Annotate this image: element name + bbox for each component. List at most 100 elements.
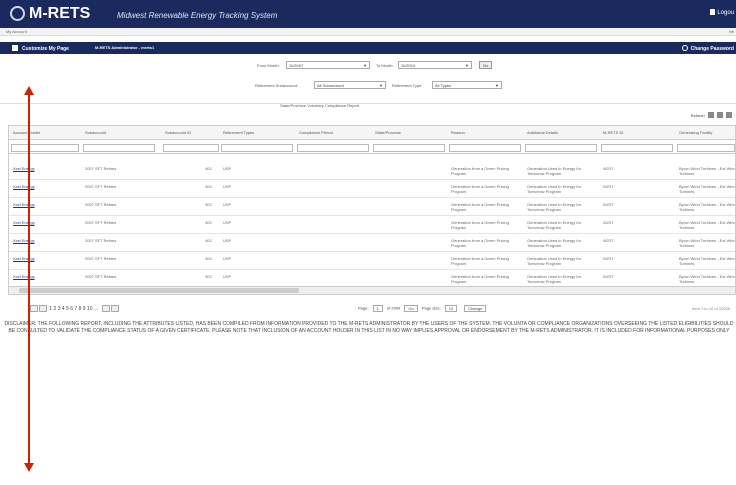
next-page-button[interactable] [102,305,111,312]
item-count: Item 1 to 10 of 20038 [692,306,730,311]
reason-cell: Generation from a Green Pricing Program [451,238,509,248]
page-icon [12,45,18,51]
facility-cell: Byron Wind Turbines - Ext Wind Turbines [679,166,736,176]
my-account-link[interactable]: My Account [6,29,27,34]
subaccount-id-cell: 402 [205,184,212,189]
table-row: Xcel Energy 2007 SFT Retires 402 USP Gen… [9,235,735,252]
lock-icon [710,9,716,15]
report-title: State/Province Voluntary Compliance Repo… [280,103,360,108]
retirement-type-cell: USP [223,166,232,171]
details-cell: Generation Used in Energy for Tomorrow P… [527,274,582,284]
filter-input[interactable] [163,144,219,152]
retirement-type-cell: USP [223,238,232,243]
filter-input[interactable] [83,144,155,152]
last-page-button[interactable] [111,305,120,312]
subaccount-id-cell: 402 [205,166,212,171]
subaccount-id-cell: 402 [205,202,212,207]
subaccount-id-cell: 402 [205,256,212,261]
column-header[interactable]: State/Province [375,130,401,135]
chevron-down-icon: ▼ [363,63,367,68]
filter-input[interactable] [373,144,445,152]
mrets-id-cell: W237 [603,220,614,225]
change-password-button[interactable]: Change Password [681,45,734,52]
top-header: M-RETS Midwest Renewable Energy Tracking… [0,0,736,28]
table-row: Xcel Energy 2007 SFT Retires 402 USP Gen… [9,253,735,270]
page-go-button[interactable]: Go [404,305,418,312]
column-header[interactable]: Generating Facility [679,130,712,135]
filter-input[interactable] [11,144,79,152]
customize-page-button[interactable]: Customize My Page [12,45,69,52]
to-month-label: To Month: [376,63,394,68]
pdf-export-icon[interactable] [726,112,732,118]
disclaimer-text: DISCLAIMER: THE FOLLOWING REPORT, INCLUD… [4,321,734,334]
filter-input[interactable] [449,144,521,152]
go-button[interactable]: Go [479,61,493,69]
horizontal-scrollbar[interactable] [9,286,735,294]
filter-input[interactable] [297,144,369,152]
prev-page-button[interactable] [39,305,47,312]
page-number-links[interactable]: 1 2 3 4 5 6 7 8 9 10 ... [49,306,98,312]
annotation-arrow [28,93,30,465]
column-header[interactable]: Subaccount [85,130,106,135]
retirement-type-label: Retirement Type: [392,83,423,88]
nav-bar: Customize My Page M-RETS Administrator -… [0,42,736,54]
arrow-down-icon [24,463,34,472]
column-header[interactable]: Subaccount ID [165,130,191,135]
report-grid: Account Holder Subaccount Subaccount ID … [8,125,736,295]
details-cell: Generation Used in Energy for Tomorrow P… [527,238,582,248]
help-link[interactable]: He [729,29,734,34]
mrets-id-cell: W237 [603,238,614,243]
account-holder-link[interactable]: Xcel Energy [13,220,35,225]
mrets-id-cell: W237 [603,256,614,261]
column-header[interactable]: Additional Details [527,130,558,135]
subaccount-select[interactable]: All Subaccount ▼ [314,81,386,89]
column-header[interactable]: Retirement Types [223,130,254,135]
filter-input[interactable] [221,144,293,152]
column-header[interactable]: Account Holder [13,130,40,135]
first-page-button[interactable] [30,305,38,312]
subaccount-cell: 2007 SFT Retires [85,220,117,225]
excel-export-icon[interactable] [707,112,714,118]
page-size-input[interactable]: 10 [444,305,458,312]
refresh-button[interactable]: Refresh [691,113,705,118]
scrollbar-thumb[interactable] [19,288,299,293]
account-holder-link[interactable]: Xcel Energy [13,166,35,171]
key-icon [681,45,688,51]
account-holder-link[interactable]: Xcel Energy [13,238,35,243]
column-header[interactable]: Reason [451,130,465,135]
from-month-select[interactable]: 11/2007 ▼ [286,61,370,69]
pager: 1 2 3 4 5 6 7 8 9 10 ... [30,305,120,312]
page-input[interactable]: 1 [372,305,383,312]
retirement-type-select[interactable]: All Types ▼ [432,81,502,89]
column-header[interactable]: M-RETS ID [603,130,623,135]
retirement-type-cell: USP [223,220,232,225]
subaccount-cell: 2007 SFT Retires [85,274,117,279]
subaccount-cell: 2007 SFT Retires [85,202,117,207]
column-header[interactable]: Compliance Period [299,130,333,135]
reason-cell: Generation from a Green Pricing Program [451,202,509,212]
reason-cell: Generation from a Green Pricing Program [451,274,509,284]
filter-input[interactable] [601,144,673,152]
filter-input[interactable] [677,144,735,152]
retirement-type-value: All Types [435,83,452,88]
csv-export-icon[interactable] [716,112,723,118]
facility-cell: Byron Wind Turbines - Ext Wind Turbines [679,220,736,230]
chevron-down-icon: ▼ [379,83,383,88]
facility-cell: Byron Wind Turbines - Ext Wind Turbines [679,184,736,194]
grid-header: Account Holder Subaccount Subaccount ID … [9,126,735,140]
logo-tagline: Midwest Renewable Energy Tracking System [117,11,278,20]
logout-link[interactable]: Logou [710,9,734,16]
subaccount-cell: 2007 SFT Retires [85,184,117,189]
change-button[interactable]: Change [464,305,487,312]
account-holder-link[interactable]: Xcel Energy [13,256,35,261]
grid-filter-row [9,142,735,154]
subaccount-cell: 2007 SFT Retires [85,238,117,243]
account-holder-link[interactable]: Xcel Energy [13,274,35,279]
account-holder-link[interactable]: Xcel Energy [13,184,35,189]
customize-label: Customize My Page [22,46,69,52]
table-row: Xcel Energy 2007 SFT Retires 402 USP Gen… [9,199,735,216]
to-month-select[interactable]: 11/2010 ▼ [398,61,472,69]
filter-input[interactable] [525,144,597,152]
account-holder-link[interactable]: Xcel Energy [13,202,35,207]
table-row: Xcel Energy 2007 SFT Retires 402 USP Gen… [9,181,735,198]
